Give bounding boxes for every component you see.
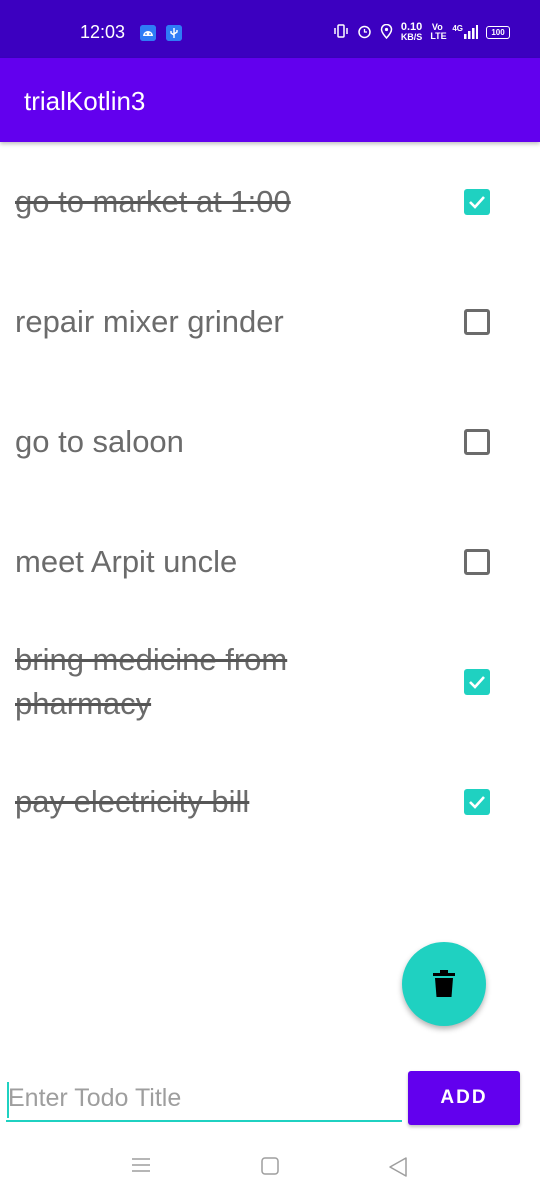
todo-checkbox[interactable] bbox=[464, 669, 490, 695]
data-speed-unit: KB/S bbox=[400, 32, 423, 42]
todo-list: go to market at 1:00 repair mixer grinde… bbox=[0, 142, 540, 862]
todo-title: meet Arpit uncle bbox=[15, 544, 238, 579]
todo-title: bring medicine from pharmacy bbox=[15, 642, 288, 721]
android-icon bbox=[140, 25, 156, 41]
data-speed: 0.10 KB/S bbox=[401, 22, 423, 42]
vibrate-icon bbox=[333, 24, 349, 40]
todo-item: pay electricity bill bbox=[0, 742, 540, 862]
todo-title: go to saloon bbox=[15, 424, 184, 459]
delete-done-fab[interactable] bbox=[402, 942, 486, 1026]
usb-debug-icon bbox=[166, 25, 182, 41]
app-bar: trialKotlin3 bbox=[0, 58, 540, 142]
add-button[interactable]: ADD bbox=[408, 1071, 520, 1125]
battery-icon: 100 bbox=[486, 25, 510, 39]
todo-item: bring medicine from pharmacy bbox=[0, 622, 540, 742]
home-icon[interactable] bbox=[260, 1156, 280, 1181]
todo-item: go to market at 1:00 bbox=[0, 142, 540, 262]
todo-checkbox[interactable] bbox=[464, 189, 490, 215]
status-time: 12:03 bbox=[80, 22, 126, 42]
status-icons: 0.10 KB/S Vo LTE 4G 100 bbox=[333, 20, 510, 44]
todo-checkbox[interactable] bbox=[464, 549, 490, 575]
app-title: trialKotlin3 bbox=[24, 86, 146, 116]
todo-item: repair mixer grinder bbox=[0, 262, 540, 382]
volte-label: Vo LTE bbox=[430, 22, 447, 41]
alarm-icon bbox=[357, 24, 372, 41]
todo-checkbox[interactable] bbox=[464, 429, 490, 455]
network-label: 4G bbox=[452, 24, 463, 33]
back-icon[interactable] bbox=[388, 1156, 408, 1183]
todo-checkbox[interactable] bbox=[464, 309, 490, 335]
todo-title: repair mixer grinder bbox=[15, 304, 284, 339]
todo-title: pay electricity bill bbox=[15, 784, 250, 819]
delete-icon bbox=[433, 970, 455, 997]
todo-title: go to market at 1:00 bbox=[15, 184, 291, 219]
status-bar: 12:03 0.10 KB/S Vo LTE 4G 100 bbox=[0, 0, 540, 58]
todo-item: meet Arpit uncle bbox=[0, 502, 540, 622]
todo-item: go to saloon bbox=[0, 382, 540, 502]
navigation-bar bbox=[0, 1140, 540, 1200]
menu-icon[interactable] bbox=[131, 1156, 151, 1179]
location-icon bbox=[380, 23, 393, 41]
todo-checkbox[interactable] bbox=[464, 789, 490, 815]
todo-title-input[interactable] bbox=[6, 1076, 402, 1122]
text-cursor bbox=[7, 1082, 9, 1118]
signal-icon: 4G bbox=[452, 25, 478, 39]
